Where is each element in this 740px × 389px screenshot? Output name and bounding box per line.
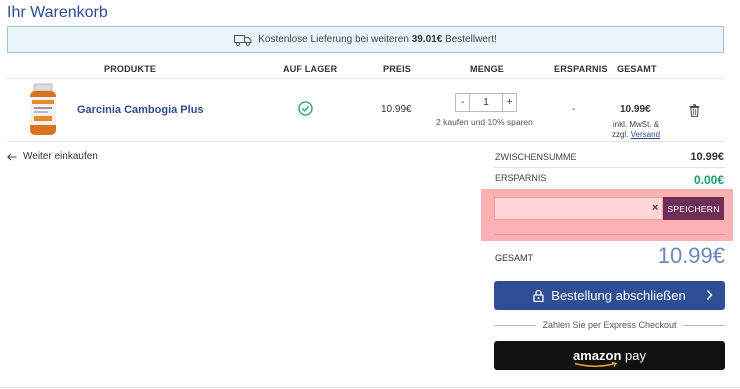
clear-coupon-button[interactable]: × (652, 202, 658, 214)
divider (0, 387, 740, 388)
subtotal-value: 10.99€ (690, 151, 724, 163)
chevron-right-icon (706, 289, 713, 304)
truck-icon (234, 34, 252, 46)
quantity-increase-button[interactable]: + (502, 93, 517, 112)
coupon-code-input[interactable] (494, 197, 663, 220)
quantity-stepper: - 1 + (455, 93, 517, 112)
item-price: 10.99€ (381, 104, 412, 115)
bulk-deal-hint: 2 kaufen und 10% sparen (436, 117, 533, 127)
checkout-button[interactable]: Bestellung abschließen (494, 281, 725, 310)
divider (494, 167, 725, 168)
banner-amount: 39.01€ (411, 34, 443, 45)
savings-label: ERSPARNIS (495, 173, 547, 183)
col-header-products: PRODUKTE (104, 64, 157, 74)
subtotal-label: ZWISCHENSUMME (495, 152, 577, 162)
divider (7, 78, 724, 79)
quantity-input[interactable]: 1 (470, 93, 502, 112)
col-header-savings: ERSPARNIS (554, 64, 608, 74)
col-header-total: GESAMT (617, 64, 657, 74)
grand-total-label: GESAMT (495, 253, 534, 263)
divider (7, 141, 724, 142)
col-header-price: PREIS (383, 64, 412, 74)
check-circle-icon (298, 101, 313, 116)
tax-note: inkl. MwSt. & zzgl. Versand (611, 120, 661, 139)
item-savings: - (572, 104, 576, 115)
quantity-decrease-button[interactable]: - (455, 93, 470, 112)
express-checkout-divider: Zahlen Sie per Express Checkout (494, 320, 726, 330)
banner-text: Kostenlose Lieferung bei weiteren 39.01€… (258, 34, 497, 45)
product-name-link[interactable]: Garcinia Cambogia Plus (77, 104, 204, 116)
grand-total-value: 10.99€ (657, 243, 725, 268)
save-coupon-button[interactable]: SPEICHERN (663, 197, 724, 220)
amazon-pay-button[interactable]: amazon pay (494, 341, 725, 370)
arrow-left-icon (7, 152, 17, 161)
express-checkout-label: Zahlen Sie per Express Checkout (542, 320, 677, 330)
page-title: Ihr Warenkorb (7, 4, 108, 21)
product-image[interactable] (25, 83, 61, 137)
savings-value: 0.00€ (693, 173, 724, 187)
amazon-smile-icon (574, 362, 618, 368)
trash-icon[interactable] (689, 104, 700, 117)
col-header-stock: AUF LAGER (283, 64, 338, 74)
lock-icon (533, 289, 544, 302)
divider (494, 234, 725, 235)
shipping-link[interactable]: Versand (631, 130, 660, 139)
free-shipping-banner: Kostenlose Lieferung bei weiteren 39.01€… (7, 26, 724, 53)
item-total: 10.99€ (620, 104, 651, 115)
amazon-pay-logo: amazon pay (573, 348, 646, 368)
col-header-quantity: MENGE (470, 64, 505, 74)
continue-shopping-link[interactable]: Weiter einkaufen (7, 151, 98, 162)
